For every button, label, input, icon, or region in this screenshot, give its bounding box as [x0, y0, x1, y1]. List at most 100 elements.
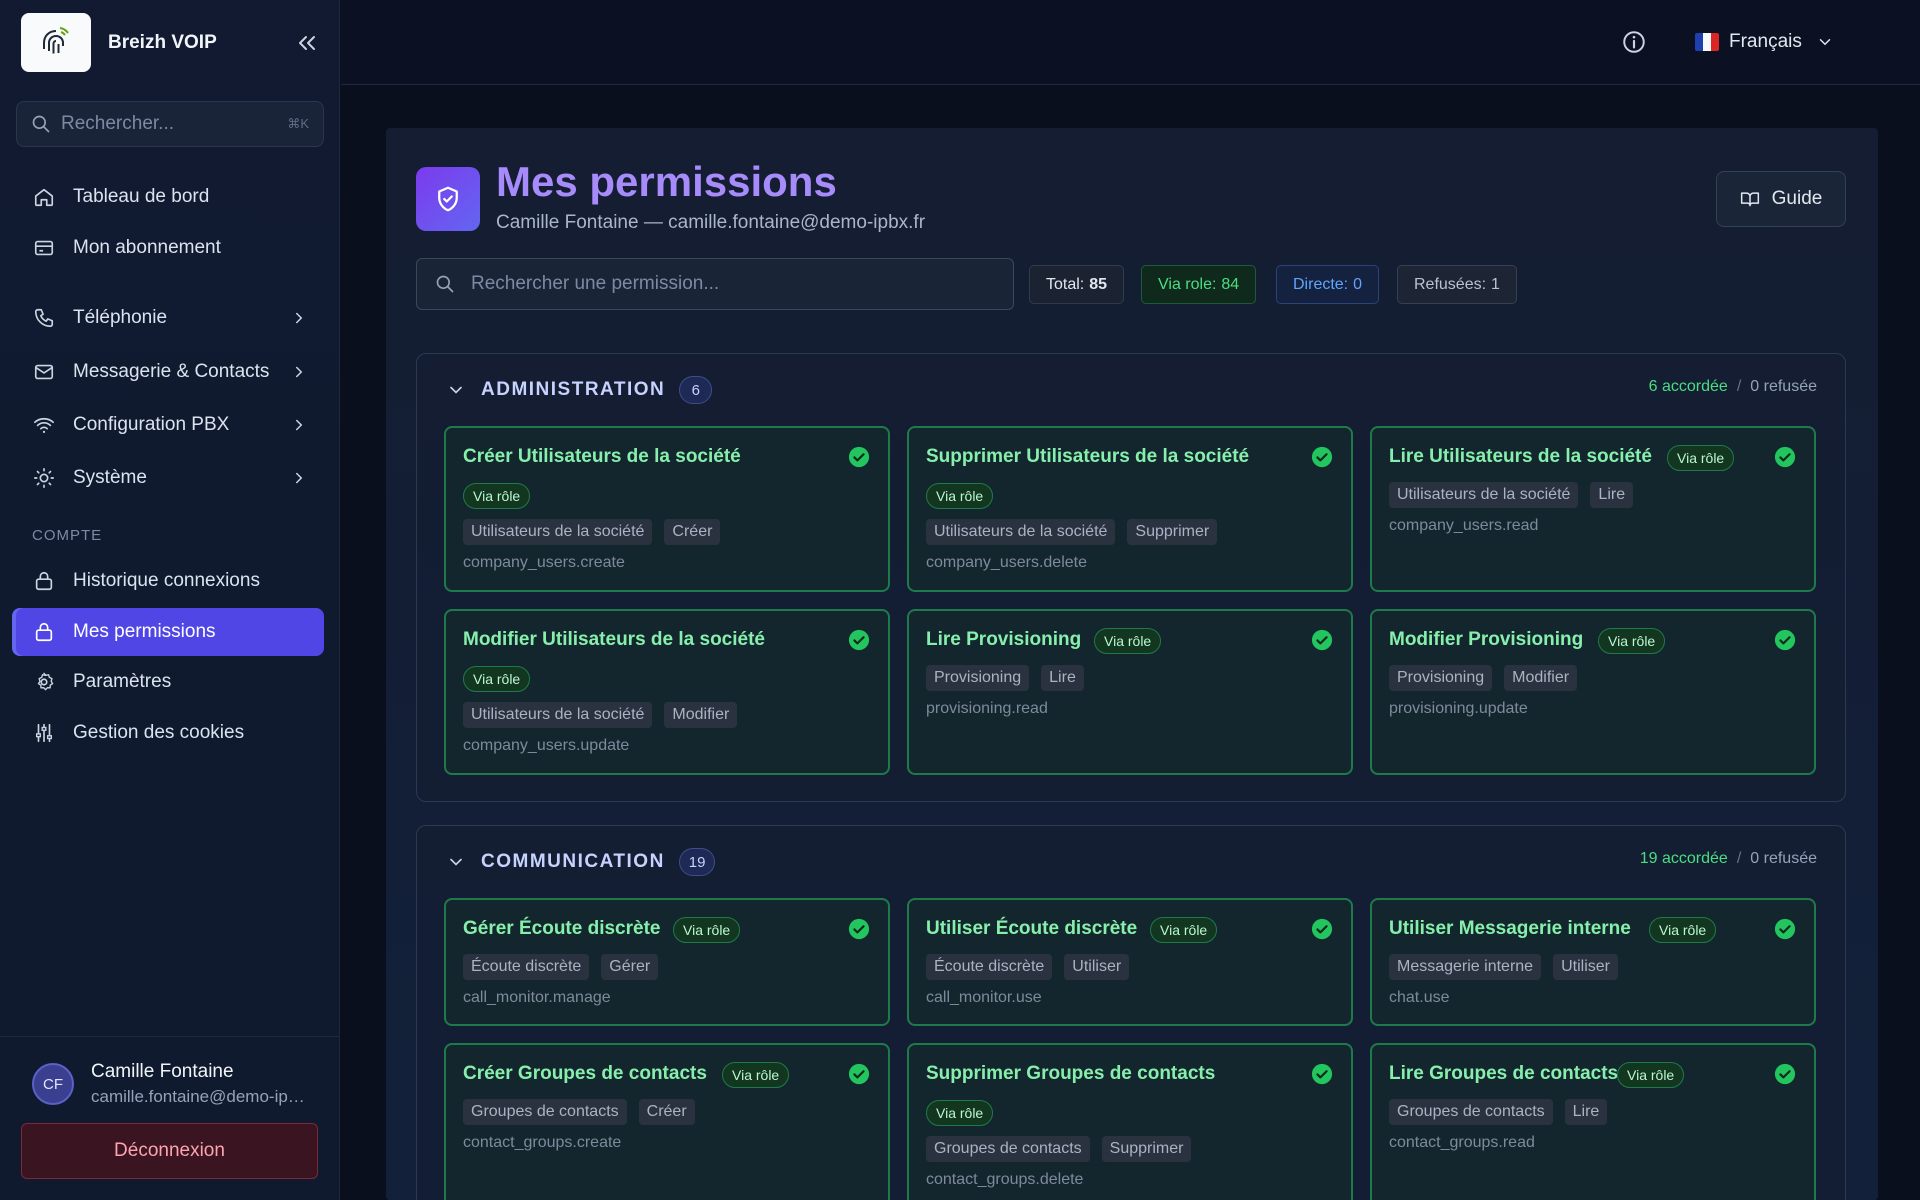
action-tag: Lire	[1564, 1099, 1608, 1125]
stat-refused-label: Refusées:	[1414, 275, 1487, 293]
action-tag: Gérer	[601, 954, 659, 980]
sidebar: Breizh VOIP Rechercher... ⌘K Tableau de …	[0, 0, 340, 1200]
stat-direct-value: 0	[1353, 275, 1363, 293]
sidebar-search-placeholder: Rechercher...	[61, 113, 174, 134]
search-icon	[32, 115, 50, 133]
sidebar-item-label: Téléphonie	[73, 307, 168, 328]
sidebar-item-subscription[interactable]: Mon abonnement	[16, 224, 324, 272]
sidebar-item-telephony[interactable]: Téléphonie	[16, 294, 324, 342]
permission-title: Modifier Provisioning	[1389, 629, 1584, 650]
permission-card[interactable]: Lire Provisioning Via rôle Provisioning …	[907, 609, 1353, 775]
user-block: CF Camille Fontaine camille.fontaine@dem…	[0, 1036, 340, 1200]
permission-title: Lire Groupes de contacts	[1389, 1063, 1619, 1084]
permission-card[interactable]: Créer Utilisateurs de la société Via rôl…	[444, 426, 890, 592]
permission-card[interactable]: Supprimer Groupes de contacts Via rôle G…	[907, 1043, 1353, 1200]
permission-title: Lire Provisioning	[926, 629, 1082, 650]
granted-count: 19 accordée	[1639, 850, 1728, 867]
action-tag: Créer	[664, 519, 721, 545]
avatar[interactable]: CF	[32, 1063, 74, 1105]
resource-tag: Écoute discrète	[463, 954, 590, 980]
stat-via-role-value: 84	[1221, 275, 1240, 293]
fingerprint-logo-icon	[43, 26, 69, 53]
brand-logo	[21, 13, 91, 72]
logout-button[interactable]: Déconnexion	[21, 1123, 318, 1179]
resource-tag: Utilisateurs de la société	[926, 519, 1116, 545]
wifi-icon	[32, 413, 56, 437]
permission-title: Créer Utilisateurs de la société	[463, 446, 741, 467]
permission-card[interactable]: Utiliser Messagerie interne Via rôle Mes…	[1370, 898, 1816, 1026]
permission-code: contact_groups.delete	[926, 1171, 1084, 1188]
info-button[interactable]	[1621, 29, 1647, 55]
group-header[interactable]: COMMUNICATION 19	[417, 826, 1845, 898]
via-role-badge: Via rôle	[673, 917, 741, 943]
resource-tag: Provisioning	[1389, 665, 1493, 691]
check-circle-icon	[1311, 918, 1333, 940]
group-summary: 6 accordée / 0 refusée	[1649, 378, 1817, 396]
permission-card[interactable]: Modifier Provisioning Via rôle Provision…	[1370, 609, 1816, 775]
brand[interactable]: Breizh VOIP	[21, 13, 321, 72]
permission-tags: Utilisateurs de la société Créer	[463, 519, 732, 545]
sidebar-item-settings[interactable]: Paramètres	[16, 658, 324, 706]
via-role-badge: Via rôle	[722, 1062, 790, 1088]
sidebar-item-label: Mon abonnement	[73, 237, 221, 258]
permission-tags: Provisioning Modifier	[1389, 665, 1589, 691]
permission-card[interactable]: Supprimer Utilisateurs de la société Via…	[907, 426, 1353, 592]
permission-title: Lire Utilisateurs de la société	[1389, 446, 1652, 467]
permission-tags: Écoute discrète Gérer	[463, 954, 670, 980]
permission-card[interactable]: Modifier Utilisateurs de la société Via …	[444, 609, 890, 775]
stat-direct-label: Directe:	[1293, 275, 1349, 293]
collapse-sidebar-button[interactable]	[293, 29, 321, 57]
sidebar-item-dashboard[interactable]: Tableau de bord	[16, 173, 324, 221]
sidebar-item-label: Tableau de bord	[73, 186, 210, 207]
brand-name: Breizh VOIP	[108, 31, 217, 53]
sidebar-item-login-history[interactable]: Historique connexions	[16, 557, 324, 605]
resource-tag: Utilisateurs de la société	[463, 519, 653, 545]
sidebar-item-my-permissions[interactable]: Mes permissions	[16, 608, 324, 656]
permission-card[interactable]: Gérer Écoute discrète Via rôle Écoute di…	[444, 898, 890, 1026]
stat-total-value: 85	[1089, 275, 1108, 293]
permission-tags: Utilisateurs de la société Modifier	[463, 702, 749, 728]
sidebar-search-input[interactable]: Rechercher... ⌘K	[16, 101, 324, 147]
permission-tags: Groupes de contacts Supprimer	[926, 1136, 1203, 1162]
book-icon	[1740, 189, 1760, 209]
check-circle-icon	[1311, 629, 1333, 651]
shield-check-icon	[438, 186, 458, 212]
lightbulb-icon	[32, 466, 56, 490]
action-tag: Modifier	[1504, 665, 1578, 691]
sidebar-item-cookies[interactable]: Gestion des cookies	[16, 709, 324, 757]
search-shortcut: ⌘K	[287, 116, 309, 131]
stat-direct-badge: Directe: 0	[1276, 265, 1380, 304]
via-role-badge: Via rôle	[1667, 445, 1735, 471]
sidebar-item-label: Messagerie & Contacts	[73, 361, 270, 382]
action-tag: Lire	[1041, 665, 1084, 691]
permission-card[interactable]: Lire Utilisateurs de la société Via rôle…	[1370, 426, 1816, 592]
search-icon	[436, 275, 454, 293]
group-summary: 19 accordée / 0 refusée	[1640, 850, 1817, 868]
permission-code: contact_groups.create	[463, 1134, 622, 1151]
user-name: Camille Fontaine	[91, 1061, 234, 1082]
permission-code: chat.use	[1389, 989, 1450, 1006]
topbar: Français	[341, 0, 1920, 85]
action-tag: Supprimer	[1127, 519, 1218, 545]
permission-card[interactable]: Créer Groupes de contacts Via rôle Group…	[444, 1043, 890, 1200]
sidebar-item-messaging-contacts[interactable]: Messagerie & Contacts	[16, 348, 324, 396]
permission-title: Modifier Utilisateurs de la société	[463, 629, 765, 650]
guide-button[interactable]: Guide	[1716, 171, 1846, 227]
group-header[interactable]: ADMINISTRATION 6	[417, 354, 1845, 426]
mail-icon	[32, 360, 56, 384]
permission-tags: Écoute discrète Utiliser	[926, 954, 1141, 980]
group-name: ADMINISTRATION	[481, 379, 666, 400]
language-selector[interactable]: Français	[1695, 24, 1834, 60]
check-circle-icon	[1774, 446, 1796, 468]
permission-card[interactable]: Utiliser Écoute discrète Via rôle Écoute…	[907, 898, 1353, 1026]
permission-card[interactable]: Lire Groupes de contacts Via rôle Groupe…	[1370, 1043, 1816, 1200]
resource-tag: Groupes de contacts	[926, 1136, 1090, 1162]
resource-tag: Provisioning	[926, 665, 1030, 691]
resource-tag: Utilisateurs de la société	[463, 702, 653, 728]
via-role-badge: Via rôle	[463, 483, 531, 509]
permission-title: Utiliser Messagerie interne	[1389, 918, 1631, 939]
permission-search-input[interactable]: Rechercher une permission...	[416, 258, 1014, 310]
sidebar-item-system[interactable]: Système	[16, 454, 324, 502]
french-flag-icon	[1695, 33, 1719, 51]
sidebar-item-pbx-config[interactable]: Configuration PBX	[16, 401, 324, 449]
